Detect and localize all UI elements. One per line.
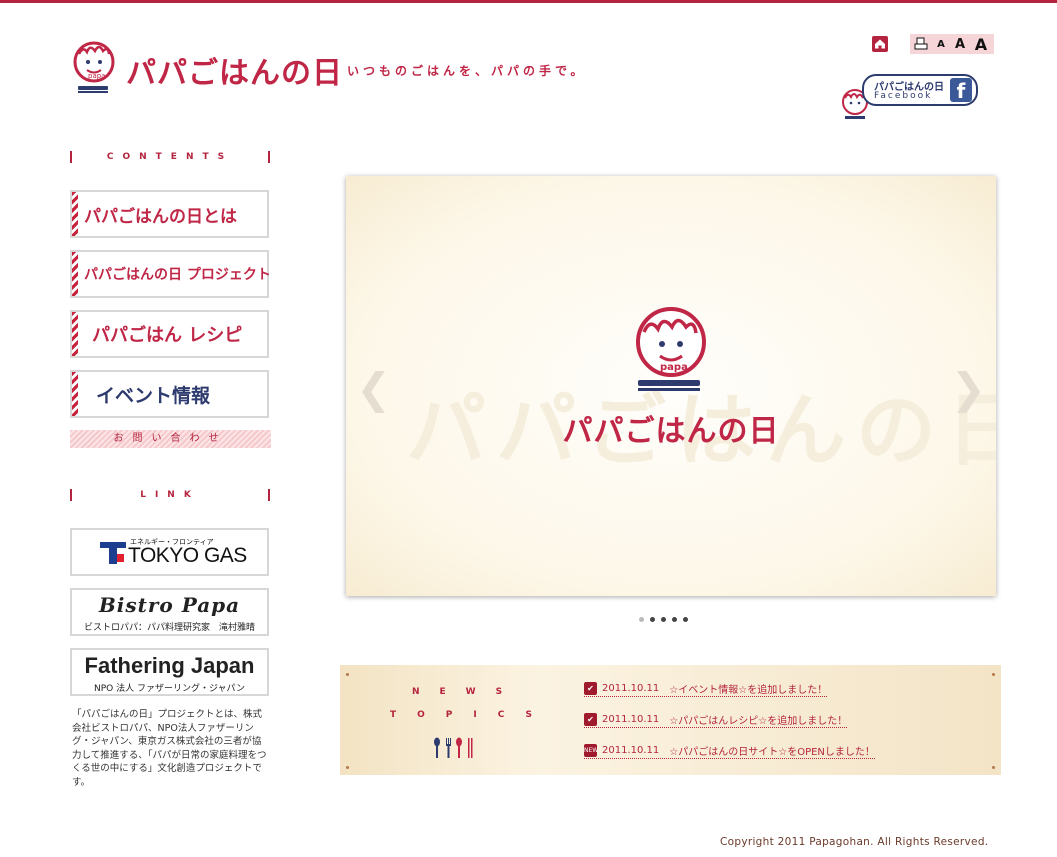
news-date: 2011.10.11: [602, 745, 660, 756]
facebook-icon: f: [950, 78, 972, 103]
news-heading: NEWS: [412, 687, 523, 697]
tagline: いつものごはんを、パパの手で。: [347, 64, 587, 78]
menu-recipe-label: パパごはん レシピ: [92, 325, 243, 346]
slider-dots: [639, 617, 688, 622]
slider-dot[interactable]: [672, 617, 677, 622]
news-panel: NEWS TOPICS ✔ 2011.10.11 ☆イベント情報☆を追加しました…: [340, 665, 1001, 775]
facebook-bubble: パパごはんの日 Facebook f: [862, 74, 978, 106]
news-pin: [346, 673, 349, 676]
menu-project-label: パパごはんの日 プロジェクト: [84, 267, 271, 283]
bistro-papa-sub: ビストロパパ：パパ料理研究家 滝村雅晴: [83, 623, 255, 633]
menu-event-label: イベント情報: [96, 384, 211, 407]
copyright: Copyright 2011 Papagohan. All Rights Res…: [720, 836, 989, 848]
site-logo[interactable]: papa パパごはんの日: [70, 40, 343, 100]
slide-logo-text: パパごはんの日: [562, 414, 780, 449]
logo-text: パパごはんの日: [126, 56, 343, 91]
news-text: ☆イベント情報☆を追加しました！: [669, 685, 828, 696]
check-icon: ✔: [584, 713, 597, 726]
font-size-medium-button[interactable]: A: [950, 34, 970, 54]
news-pin: [992, 673, 995, 676]
papa-face-large-icon: papa: [636, 307, 706, 391]
menu-about-label: パパごはんの日とは: [84, 206, 237, 227]
news-item[interactable]: ✔ 2011.10.11 ☆イベント情報☆を追加しました！: [584, 681, 828, 697]
cutlery-icon: [433, 737, 477, 763]
facebook-subtitle: Facebook: [874, 91, 933, 101]
fathering-japan-link[interactable]: Fathering Japan NPO 法人 ファザーリング・ジャパン: [70, 648, 269, 696]
link-heading: LINK: [70, 489, 270, 501]
font-size-switcher: A A A: [910, 34, 994, 54]
slider-dot[interactable]: [650, 617, 655, 622]
papa-face-icon: papa: [73, 41, 115, 93]
menu-recipe[interactable]: パパごはん レシピ: [70, 310, 269, 358]
tokyo-gas-name: TOKYO GAS: [128, 544, 247, 567]
printer-icon[interactable]: [910, 34, 932, 54]
menu-project[interactable]: パパごはんの日 プロジェクト: [70, 250, 271, 298]
top-accent-bar: [0, 0, 1057, 3]
logo-badge: papa: [88, 72, 105, 80]
new-badge-icon: NEW: [584, 744, 598, 757]
contents-heading: CONTENTS: [70, 151, 270, 163]
news-text: ☆パパごはんレシピ☆を追加しました！: [669, 716, 848, 727]
news-date: 2011.10.11: [602, 683, 660, 694]
font-size-small-button[interactable]: A: [932, 34, 950, 54]
slide-badge: papa: [660, 362, 688, 373]
tokyo-gas-logo-icon: [100, 542, 126, 564]
slider-dot[interactable]: [661, 617, 666, 622]
hero-slider: パパごはんの日 ❮ ❯ papa パパごはんの日: [346, 176, 996, 596]
news-text: ☆パパごはんの日サイト☆をOPENしました！: [669, 747, 875, 758]
project-description: 「パパごはんの日」プロジェクトとは、株式会社ビストロパパ、NPO法人ファザーリン…: [72, 709, 267, 788]
facebook-link[interactable]: パパごはんの日 Facebook f: [840, 74, 980, 120]
news-pin: [992, 766, 995, 769]
tokyo-gas-link[interactable]: エネルギー・フロンティア TOKYO GAS: [70, 528, 269, 576]
news-item[interactable]: ✔ 2011.10.11 ☆パパごはんレシピ☆を追加しました！: [584, 712, 848, 728]
menu-about[interactable]: パパごはんの日とは: [70, 190, 269, 238]
slider-dot[interactable]: [683, 617, 688, 622]
fathering-japan-sub: NPO 法人 ファザーリング・ジャパン: [94, 684, 245, 694]
font-size-large-button[interactable]: A: [970, 34, 992, 54]
topics-heading: TOPICS: [390, 710, 553, 720]
news-date: 2011.10.11: [602, 714, 660, 725]
home-icon[interactable]: [872, 36, 888, 52]
bistro-papa-name: Bistro Papa: [98, 593, 241, 617]
news-pin: [346, 766, 349, 769]
bistro-papa-link[interactable]: Bistro Papa ビストロパパ：パパ料理研究家 滝村雅晴: [70, 588, 269, 636]
fathering-japan-name: Fathering Japan: [84, 653, 255, 678]
menu-event[interactable]: イベント情報: [70, 370, 269, 418]
slider-dot[interactable]: [639, 617, 644, 622]
check-icon: ✔: [584, 682, 597, 695]
news-item[interactable]: NEW 2011.10.11 ☆パパごはんの日サイト☆をOPENしました！: [584, 743, 875, 759]
contact-link[interactable]: お問い合わせ: [70, 430, 271, 448]
